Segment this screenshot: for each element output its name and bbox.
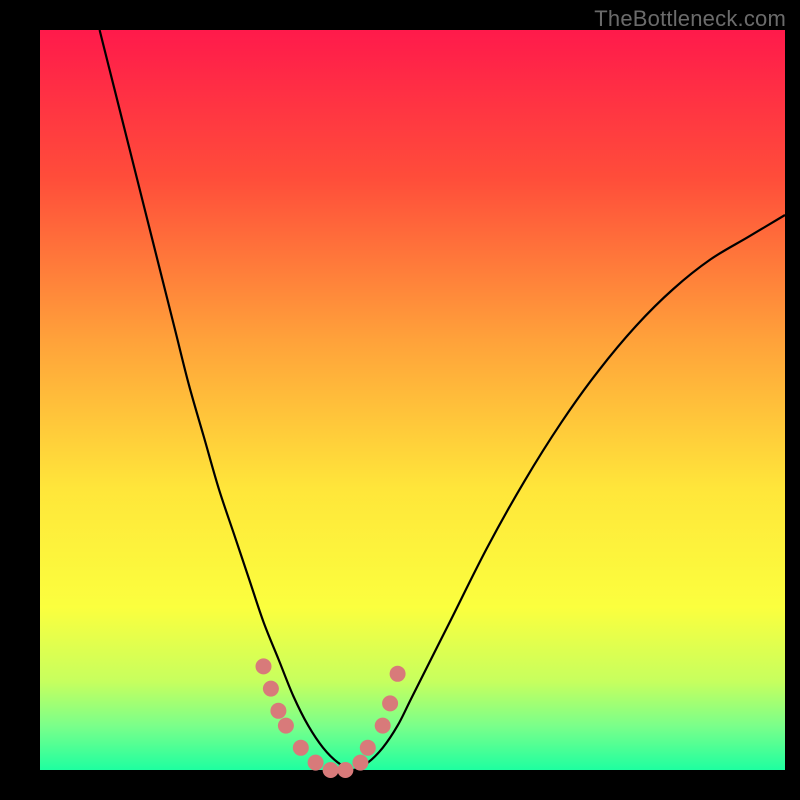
highlight-dot bbox=[270, 703, 286, 719]
outer-frame: TheBottleneck.com bbox=[0, 0, 800, 800]
highlight-dot bbox=[337, 762, 353, 778]
highlight-dot bbox=[278, 718, 294, 734]
highlight-dot bbox=[293, 740, 309, 756]
highlight-dot bbox=[375, 718, 391, 734]
highlight-dot bbox=[308, 755, 324, 771]
highlight-dot bbox=[390, 666, 406, 682]
plot-area bbox=[40, 30, 785, 770]
highlight-dot bbox=[360, 740, 376, 756]
watermark-text: TheBottleneck.com bbox=[594, 6, 786, 32]
highlight-dot bbox=[352, 755, 368, 771]
highlight-dot bbox=[323, 762, 339, 778]
highlight-dot bbox=[263, 681, 279, 697]
highlight-dot bbox=[382, 695, 398, 711]
bottleneck-curve bbox=[100, 30, 785, 770]
curve-layer bbox=[40, 30, 785, 770]
dotted-highlight bbox=[256, 658, 406, 778]
highlight-dot bbox=[256, 658, 272, 674]
